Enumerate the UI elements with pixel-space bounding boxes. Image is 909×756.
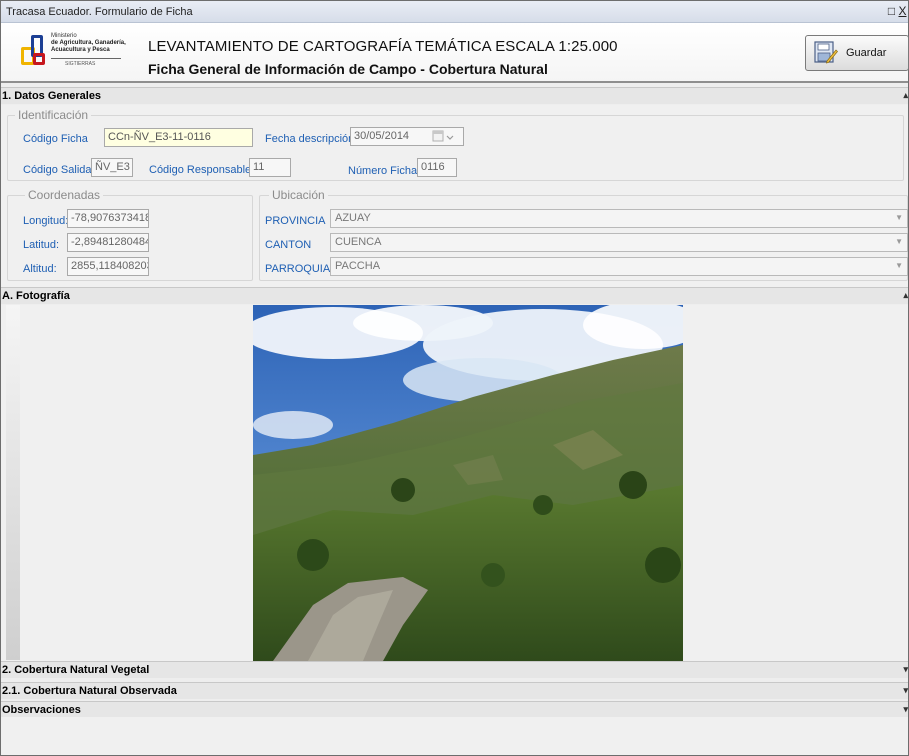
save-icon [814,41,838,64]
fecha-descripcion-value: 30/05/2014 [354,130,410,142]
save-button[interactable]: Guardar [805,35,909,71]
altitud-label: Altitud: [23,263,57,275]
chevron-down-icon[interactable]: ▾ [903,704,908,715]
chevron-down-icon[interactable]: ▾ [903,685,908,696]
parroquia-label: PARROQUIA [265,263,331,275]
section-cobertura-vegetal-label: 2. Cobertura Natural Vegetal [2,664,150,676]
codigo-responsable-label: Código Responsable [149,164,252,176]
form-footer-area [1,717,908,755]
parroquia-select-value: PACCHA [335,260,381,272]
section-cobertura-vegetal[interactable]: 2. Cobertura Natural Vegetal ▾ [1,661,908,678]
ministerio-logo: Ministerio de Agricultura, Ganadería, Ac… [21,31,133,71]
window-title: Tracasa Ecuador. Formulario de Ficha [6,6,193,18]
longitud-field[interactable]: -78,90763734183 [67,209,149,228]
calendar-dropdown-icon[interactable] [430,127,456,146]
field-photo [253,305,683,661]
fecha-descripcion-label: Fecha descripción [265,133,355,145]
logo-line-1: Ministerio [51,33,77,39]
chevron-down-icon: ▼ [895,213,903,222]
section-datos-generales-label: 1. Datos Generales [2,90,102,102]
chevron-down-icon[interactable]: ▾ [903,664,908,675]
form-window: Tracasa Ecuador. Formulario de Ficha □ X … [0,0,909,756]
altitud-field[interactable]: 2855,118408203 [67,257,149,276]
ubicacion-group-title: Ubicación [269,188,328,202]
latitud-label: Latitud: [23,239,60,251]
save-button-label: Guardar [846,47,887,59]
provincia-label: PROVINCIA [265,215,326,227]
section-observaciones-label: Observaciones [2,704,81,716]
codigo-ficha-label: Código Ficha [23,133,88,145]
window-controls: □ X [886,4,908,18]
codigo-salida-field[interactable]: ÑV_E3 [91,158,133,177]
logo-line-2: de Agricultura, Ganadería, [51,40,126,46]
canton-select[interactable]: CUENCA ▼ [330,233,908,252]
numero-ficha-field[interactable]: 0116 [417,158,457,177]
photo-scroll-strip[interactable] [6,305,20,660]
section-fotografia-label: A. Fotografía [2,290,70,302]
logo-line-4: SIGTIERRAS [65,61,96,67]
section-fotografia[interactable]: A. Fotografía ▴ [1,287,908,304]
title-bar: Tracasa Ecuador. Formulario de Ficha □ X [1,1,908,23]
section-cobertura-observada-label: 2.1. Cobertura Natural Observada [2,685,177,697]
parroquia-select[interactable]: PACCHA ▼ [330,257,908,276]
section-cobertura-observada[interactable]: 2.1. Cobertura Natural Observada ▾ [1,682,908,699]
identificacion-group-title: Identificación [15,108,92,122]
canton-select-value: CUENCA [335,236,382,248]
chevron-up-icon[interactable]: ▴ [903,90,908,101]
codigo-ficha-field[interactable]: CCn-ÑV_E3-11-0116 [104,128,253,147]
canton-label: CANTON [265,239,312,251]
longitud-label: Longitud: [23,215,69,227]
chevron-down-icon: ▼ [895,261,903,270]
numero-ficha-label: Número Ficha [348,165,418,177]
chevron-up-icon[interactable]: ▴ [903,290,908,301]
section-datos-generales[interactable]: 1. Datos Generales ▴ [1,87,908,104]
codigo-salida-label: Código Salida [23,164,92,176]
provincia-select[interactable]: AZUAY ▼ [330,209,908,228]
form-title: LEVANTAMIENTO DE CARTOGRAFÍA TEMÁTICA ES… [148,38,618,55]
codigo-responsable-field[interactable]: 11 [249,158,291,177]
maximize-button[interactable]: □ [886,4,897,18]
chevron-down-icon: ▼ [895,237,903,246]
section-observaciones[interactable]: Observaciones ▾ [1,701,908,718]
datos-generales-panel: Identificación Código Ficha CCn-ÑV_E3-11… [1,105,908,287]
coordenadas-group-title: Coordenadas [25,188,104,202]
form-subtitle: Ficha General de Información de Campo - … [148,61,548,77]
latitud-field[interactable]: -2,894812804848 [67,233,149,252]
close-button[interactable]: X [897,4,908,18]
logo-line-3: Acuacultura y Pesca [51,47,110,53]
provincia-select-value: AZUAY [335,212,371,224]
form-header: Ministerio de Agricultura, Ganadería, Ac… [1,23,909,83]
ministerio-logo-icon [21,35,47,65]
